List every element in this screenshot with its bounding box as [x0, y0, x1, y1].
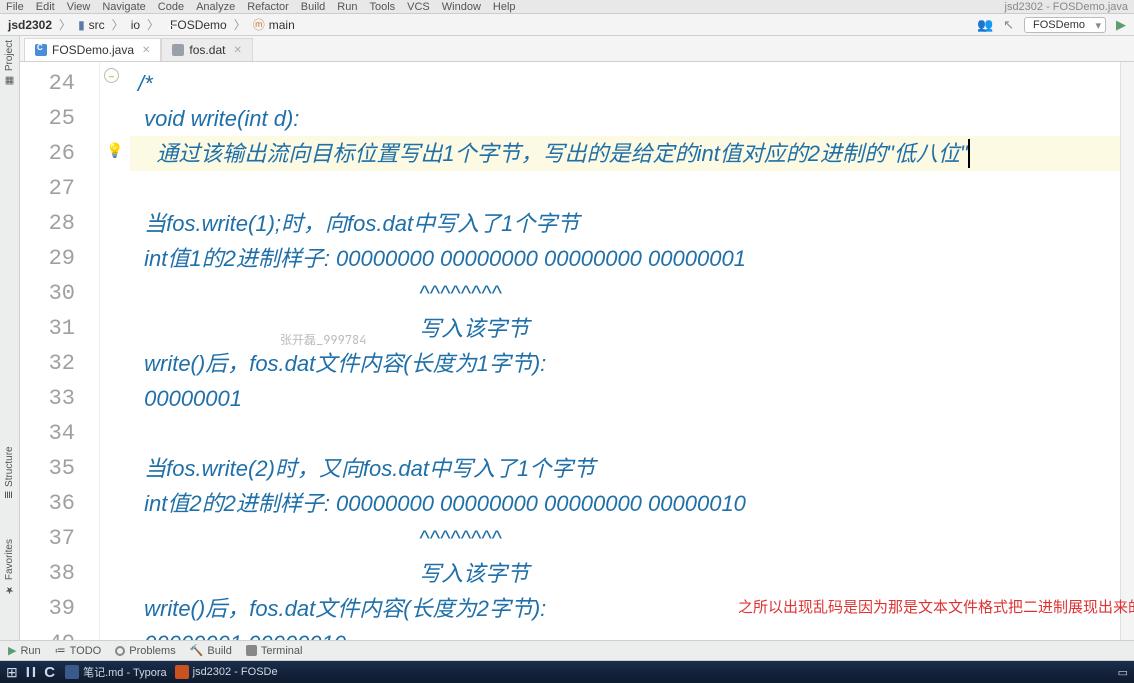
- terminal-toolwindow-button[interactable]: Terminal: [246, 645, 303, 657]
- menu-edit[interactable]: Edit: [36, 1, 55, 13]
- run-toolwindow-button[interactable]: ▶Run: [8, 644, 41, 657]
- run-button[interactable]: ▶: [1116, 17, 1126, 33]
- tab-fosdemo-java[interactable]: FOSDemo.java ✕: [24, 38, 161, 61]
- breadcrumb[interactable]: jsd2302〉 ▮src〉 io〉 FOSDemo〉 ⓜmain: [8, 16, 295, 33]
- menu-tools[interactable]: Tools: [369, 1, 395, 13]
- structure-toolwindow-button[interactable]: ≣Structure: [4, 446, 15, 499]
- intention-bulb-icon[interactable]: 💡: [106, 142, 123, 159]
- menu-file[interactable]: File: [6, 1, 24, 13]
- terminal-icon: [246, 645, 257, 656]
- java-file-icon: [35, 44, 47, 56]
- build-toolwindow-button[interactable]: 🔨Build: [190, 644, 232, 657]
- problems-icon: [115, 646, 125, 656]
- run-config-combo[interactable]: FOSDemo ▾: [1024, 17, 1106, 33]
- watermark-text: 张开磊_999784: [280, 323, 366, 358]
- menu-navigate[interactable]: Navigate: [102, 1, 145, 13]
- menu-analyze[interactable]: Analyze: [196, 1, 235, 13]
- project-toolwindow-button[interactable]: ▦Project: [4, 40, 15, 86]
- code-editor[interactable]: 2425262728293031323334353637383940 – 💡 /…: [20, 62, 1134, 640]
- error-stripe[interactable]: [1120, 62, 1134, 640]
- tab-fos-dat[interactable]: fos.dat ✕: [161, 38, 252, 61]
- todo-toolwindow-button[interactable]: ≔TODO: [55, 644, 102, 657]
- folder-icon: ▮: [78, 18, 85, 32]
- menu-code[interactable]: Code: [158, 1, 184, 13]
- close-icon[interactable]: ✕: [233, 45, 241, 56]
- window-context: jsd2302 - FOSDemo.java: [1005, 1, 1129, 13]
- fold-toggle-icon[interactable]: –: [104, 68, 119, 83]
- annotation-note: 之所以出现乱码是因为那是文本文件格式把二进制展现出来的,可以用读的方法来验证: [738, 597, 1108, 618]
- dat-file-icon: [172, 44, 184, 56]
- line-number-gutter: 2425262728293031323334353637383940: [20, 62, 100, 640]
- menu-view[interactable]: View: [67, 1, 91, 13]
- back-arrow-icon[interactable]: ↖: [1003, 17, 1014, 33]
- editor-tabs: FOSDemo.java ✕ fos.dat ✕: [20, 36, 1134, 62]
- favorites-toolwindow-button[interactable]: ★Favorites: [4, 539, 15, 595]
- users-icon[interactable]: 👥: [977, 17, 993, 33]
- os-taskbar: ⊞ II C 笔记.md - Typora jsd2302 - FOSDe ▭: [0, 661, 1134, 683]
- code-area[interactable]: /* void write(int d): 通过该输出流向目标位置写出1个字节，…: [130, 62, 1120, 640]
- taskbar-item-typora[interactable]: 笔记.md - Typora: [65, 664, 167, 680]
- taskbar-tray-icon[interactable]: ▭: [1118, 666, 1128, 679]
- menu-window[interactable]: Window: [442, 1, 481, 13]
- left-tool-gutter: ▦Project ≣Structure ★Favorites: [0, 36, 20, 640]
- menu-bar: File Edit View Navigate Code Analyze Ref…: [0, 0, 1134, 14]
- nav-bar: jsd2302〉 ▮src〉 io〉 FOSDemo〉 ⓜmain 👥 ↖ FO…: [0, 14, 1134, 36]
- taskbar-start-icon[interactable]: ⊞: [6, 664, 18, 681]
- menu-refactor[interactable]: Refactor: [247, 1, 289, 13]
- menu-build[interactable]: Build: [301, 1, 325, 13]
- menu-vcs[interactable]: VCS: [407, 1, 430, 13]
- gutter-icons: – 💡: [100, 62, 130, 640]
- bottom-toolwindow-bar: ▶Run ≔TODO Problems 🔨Build Terminal: [0, 640, 1134, 660]
- menu-help[interactable]: Help: [493, 1, 516, 13]
- problems-toolwindow-button[interactable]: Problems: [115, 645, 175, 657]
- method-icon: ⓜ: [253, 16, 265, 33]
- taskbar-item-intellij[interactable]: jsd2302 - FOSDe: [175, 665, 278, 679]
- menu-run[interactable]: Run: [337, 1, 357, 13]
- close-icon[interactable]: ✕: [142, 45, 150, 56]
